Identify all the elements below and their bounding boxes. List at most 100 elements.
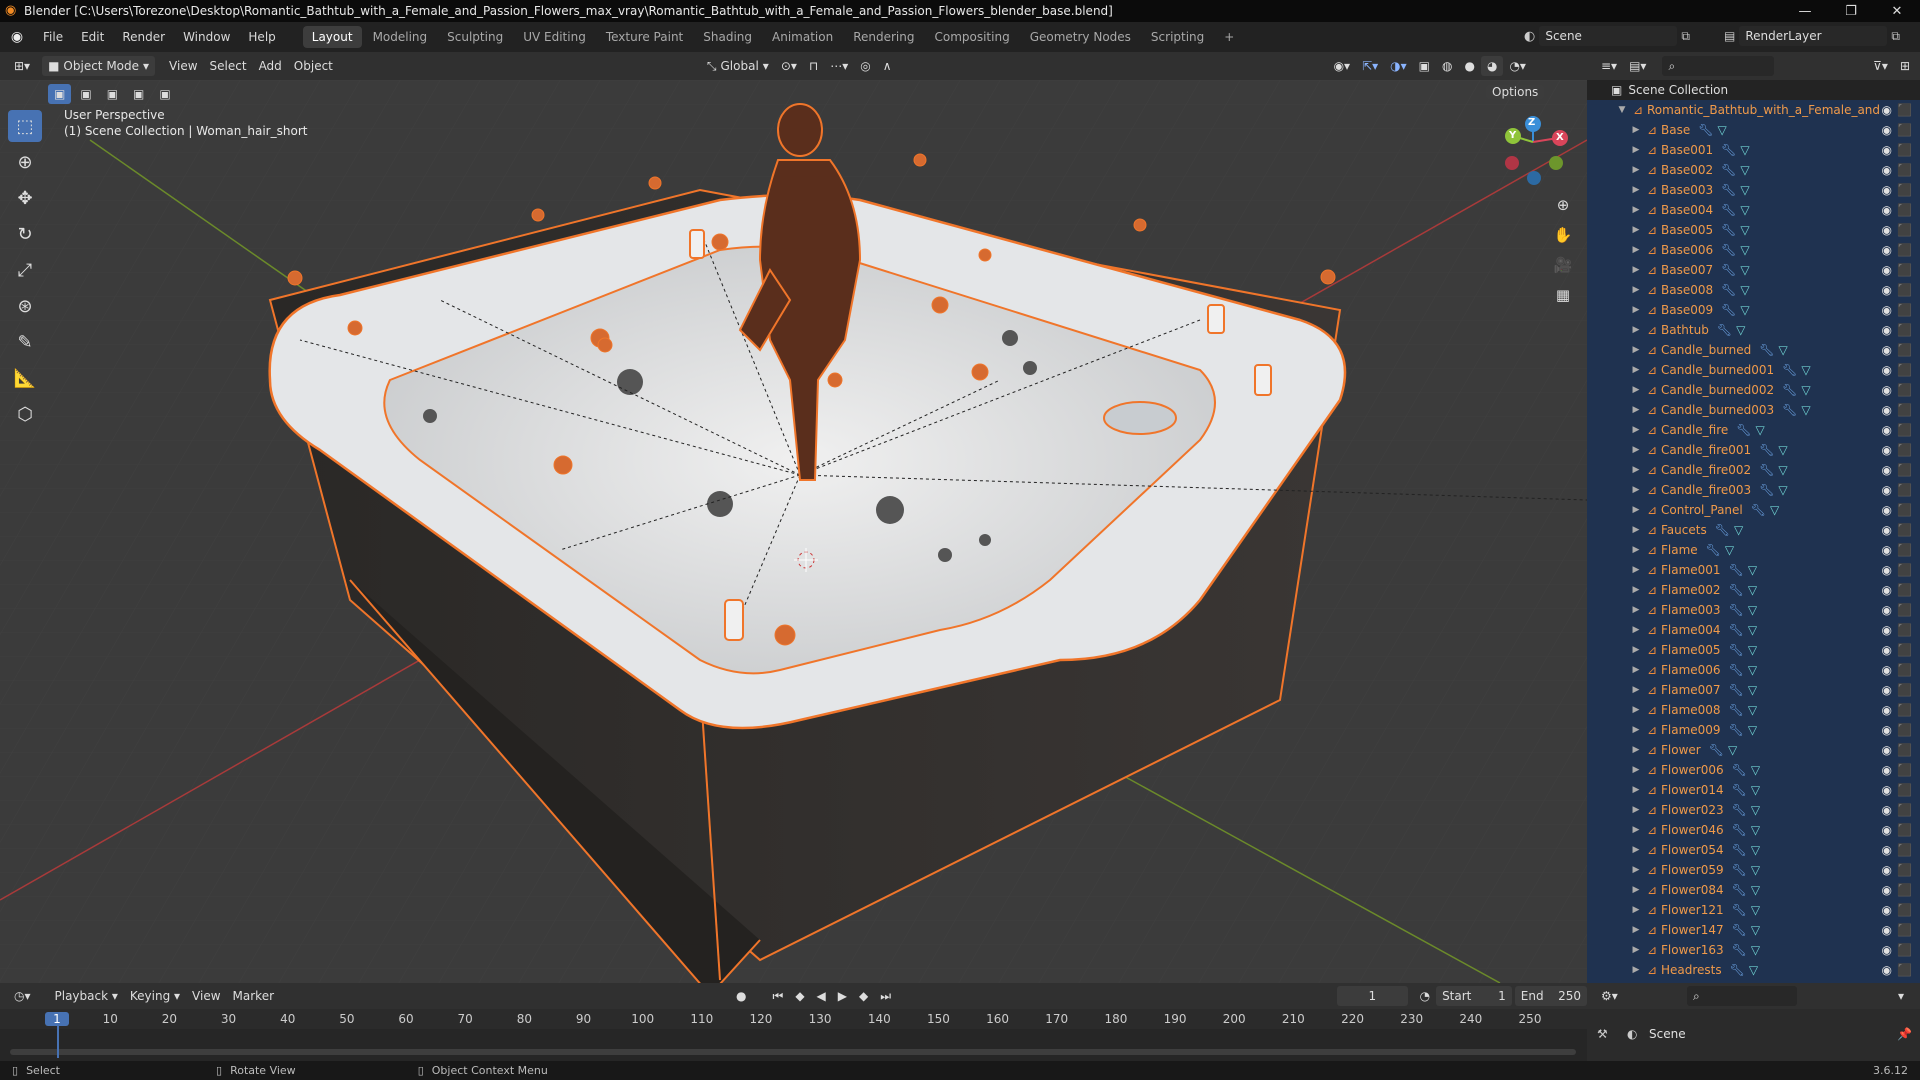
- new-scene-icon[interactable]: ⧉: [1681, 29, 1690, 44]
- menu-object[interactable]: Object: [288, 56, 339, 76]
- rendered-shading-icon[interactable]: ◔▾: [1503, 56, 1532, 76]
- modifier-wrench-icon[interactable]: 🔧︎: [1698, 123, 1713, 137]
- eye-icon[interactable]: ◉: [1882, 443, 1892, 457]
- mesh-data-icon[interactable]: ▽: [1728, 743, 1737, 757]
- mesh-data-icon[interactable]: ▽: [1748, 603, 1757, 617]
- render-icon[interactable]: ⬛: [1897, 363, 1912, 377]
- outliner-item[interactable]: ▶ ⊿ Base008 🔧︎ ▽ ◉ ⬛: [1587, 280, 1920, 300]
- mesh-data-icon[interactable]: ▽: [1756, 423, 1765, 437]
- eye-icon[interactable]: ◉: [1882, 703, 1892, 717]
- tab-layout[interactable]: Layout: [302, 26, 362, 48]
- outliner-item[interactable]: ▶ ⊿ Candle_fire002 🔧︎ ▽ ◉ ⬛: [1587, 460, 1920, 480]
- mesh-data-icon[interactable]: ▽: [1778, 483, 1787, 497]
- render-icon[interactable]: ⬛: [1897, 823, 1912, 837]
- new-collection-icon[interactable]: ⊞: [1894, 56, 1916, 76]
- measure-icon[interactable]: 📐: [8, 362, 42, 394]
- eye-icon[interactable]: ◉: [1882, 263, 1892, 277]
- outliner-item[interactable]: ▶ ⊿ Flower023 🔧︎ ▽ ◉ ⬛: [1587, 800, 1920, 820]
- mesh-data-icon[interactable]: ▽: [1778, 463, 1787, 477]
- expand-icon[interactable]: ▶: [1629, 445, 1643, 455]
- mesh-data-icon[interactable]: ▽: [1748, 623, 1757, 637]
- expand-icon[interactable]: ▶: [1629, 185, 1643, 195]
- eye-icon[interactable]: ◉: [1882, 603, 1892, 617]
- proportional-edit-icon[interactable]: ◎: [854, 56, 876, 76]
- expand-icon[interactable]: ▶: [1629, 625, 1643, 635]
- overlay-icon[interactable]: ◑▾: [1384, 56, 1413, 76]
- tab-sculpting[interactable]: Sculpting: [438, 26, 512, 48]
- tab-compositing[interactable]: Compositing: [925, 26, 1018, 48]
- eye-icon[interactable]: ◉: [1882, 663, 1892, 677]
- transform-icon[interactable]: ⊛: [8, 290, 42, 322]
- render-icon[interactable]: ⬛: [1897, 783, 1912, 797]
- outliner-search-input[interactable]: ⌕: [1662, 56, 1775, 76]
- render-layer-field[interactable]: RenderLayer: [1739, 26, 1888, 46]
- modifier-wrench-icon[interactable]: 🔧︎: [1721, 223, 1736, 237]
- select-new-icon[interactable]: ▣: [48, 84, 72, 104]
- modifier-wrench-icon[interactable]: 🔧︎: [1730, 963, 1745, 977]
- outliner-item[interactable]: ▶ ⊿ Control_Panel 🔧︎ ▽ ◉ ⬛: [1587, 500, 1920, 520]
- pin-icon[interactable]: 📌: [1897, 1027, 1912, 1041]
- modifier-wrench-icon[interactable]: 🔧︎: [1732, 943, 1747, 957]
- expand-icon[interactable]: ▶: [1629, 325, 1643, 335]
- outliner-item[interactable]: ▶ ⊿ Flame006 🔧︎ ▽ ◉ ⬛: [1587, 660, 1920, 680]
- eye-icon[interactable]: ◉: [1882, 583, 1892, 597]
- mesh-data-icon[interactable]: ▽: [1748, 723, 1757, 737]
- outliner-item[interactable]: ▶ ⊿ Flower084 🔧︎ ▽ ◉ ⬛: [1587, 880, 1920, 900]
- tab-uv-editing[interactable]: UV Editing: [514, 26, 595, 48]
- eye-icon[interactable]: ◉: [1882, 223, 1892, 237]
- eye-icon[interactable]: ◉: [1882, 803, 1892, 817]
- outliner-item[interactable]: ▶ ⊿ Flame001 🔧︎ ▽ ◉ ⬛: [1587, 560, 1920, 580]
- outliner-item[interactable]: ▶ ⊿ Base004 🔧︎ ▽ ◉ ⬛: [1587, 200, 1920, 220]
- modifier-wrench-icon[interactable]: 🔧︎: [1759, 463, 1774, 477]
- end-frame-field[interactable]: End 250: [1514, 986, 1587, 1006]
- play-icon[interactable]: ▶: [832, 986, 853, 1006]
- mesh-data-icon[interactable]: ▽: [1717, 123, 1726, 137]
- expand-icon[interactable]: ▶: [1629, 765, 1643, 775]
- expand-icon[interactable]: ▶: [1629, 305, 1643, 315]
- render-icon[interactable]: ⬛: [1897, 903, 1912, 917]
- move-icon[interactable]: ✥: [8, 182, 42, 214]
- menu-help[interactable]: Help: [239, 22, 284, 52]
- add-cube-icon[interactable]: ⬡: [8, 398, 42, 430]
- eye-icon[interactable]: ◉: [1882, 723, 1892, 737]
- modifier-wrench-icon[interactable]: 🔧︎: [1732, 763, 1747, 777]
- expand-icon[interactable]: ▶: [1629, 565, 1643, 575]
- eye-icon[interactable]: ◉: [1882, 863, 1892, 877]
- modifier-wrench-icon[interactable]: 🔧︎: [1782, 363, 1797, 377]
- menu-marker[interactable]: Marker: [227, 986, 280, 1006]
- annotate-icon[interactable]: ✎: [8, 326, 42, 358]
- modifier-wrench-icon[interactable]: 🔧︎: [1759, 483, 1774, 497]
- minimize-icon[interactable]: —: [1782, 0, 1828, 22]
- menu-add[interactable]: Add: [253, 56, 288, 76]
- expand-icon[interactable]: ▶: [1629, 345, 1643, 355]
- expand-icon[interactable]: ▶: [1629, 385, 1643, 395]
- outliner-item[interactable]: ▶ ⊿ Candle_burned003 🔧︎ ▽ ◉ ⬛: [1587, 400, 1920, 420]
- mesh-data-icon[interactable]: ▽: [1751, 903, 1760, 917]
- modifier-wrench-icon[interactable]: 🔧︎: [1729, 683, 1744, 697]
- tab-shading[interactable]: Shading: [694, 26, 761, 48]
- expand-icon[interactable]: ▶: [1629, 505, 1643, 515]
- menu-playback[interactable]: Playback ▾: [49, 986, 124, 1006]
- modifier-wrench-icon[interactable]: 🔧︎: [1729, 703, 1744, 717]
- outliner-editor-type-icon[interactable]: ≡▾: [1595, 56, 1623, 76]
- current-frame-indicator[interactable]: 1: [45, 1012, 69, 1026]
- modifier-wrench-icon[interactable]: 🔧︎: [1732, 883, 1747, 897]
- render-icon[interactable]: ⬛: [1897, 843, 1912, 857]
- eye-icon[interactable]: ◉: [1882, 563, 1892, 577]
- modifier-wrench-icon[interactable]: 🔧︎: [1721, 263, 1736, 277]
- modifier-wrench-icon[interactable]: 🔧︎: [1729, 603, 1744, 617]
- expand-icon[interactable]: ▶: [1629, 245, 1643, 255]
- blender-menu-icon[interactable]: ◉: [0, 29, 34, 45]
- expand-icon[interactable]: ▶: [1629, 725, 1643, 735]
- properties-editor-icon[interactable]: ⚙▾: [1595, 986, 1624, 1006]
- expand-icon[interactable]: ▶: [1629, 205, 1643, 215]
- expand-icon[interactable]: ▶: [1629, 165, 1643, 175]
- scale-icon[interactable]: ⤢: [8, 254, 42, 286]
- mesh-data-icon[interactable]: ▽: [1801, 363, 1810, 377]
- render-icon[interactable]: ⬛: [1897, 863, 1912, 877]
- outliner-item[interactable]: ▶ ⊿ Candle_burned 🔧︎ ▽ ◉ ⬛: [1587, 340, 1920, 360]
- eye-icon[interactable]: ◉: [1882, 963, 1892, 977]
- modifier-wrench-icon[interactable]: 🔧︎: [1706, 543, 1721, 557]
- render-icon[interactable]: ⬛: [1897, 323, 1912, 337]
- expand-icon[interactable]: ▶: [1629, 865, 1643, 875]
